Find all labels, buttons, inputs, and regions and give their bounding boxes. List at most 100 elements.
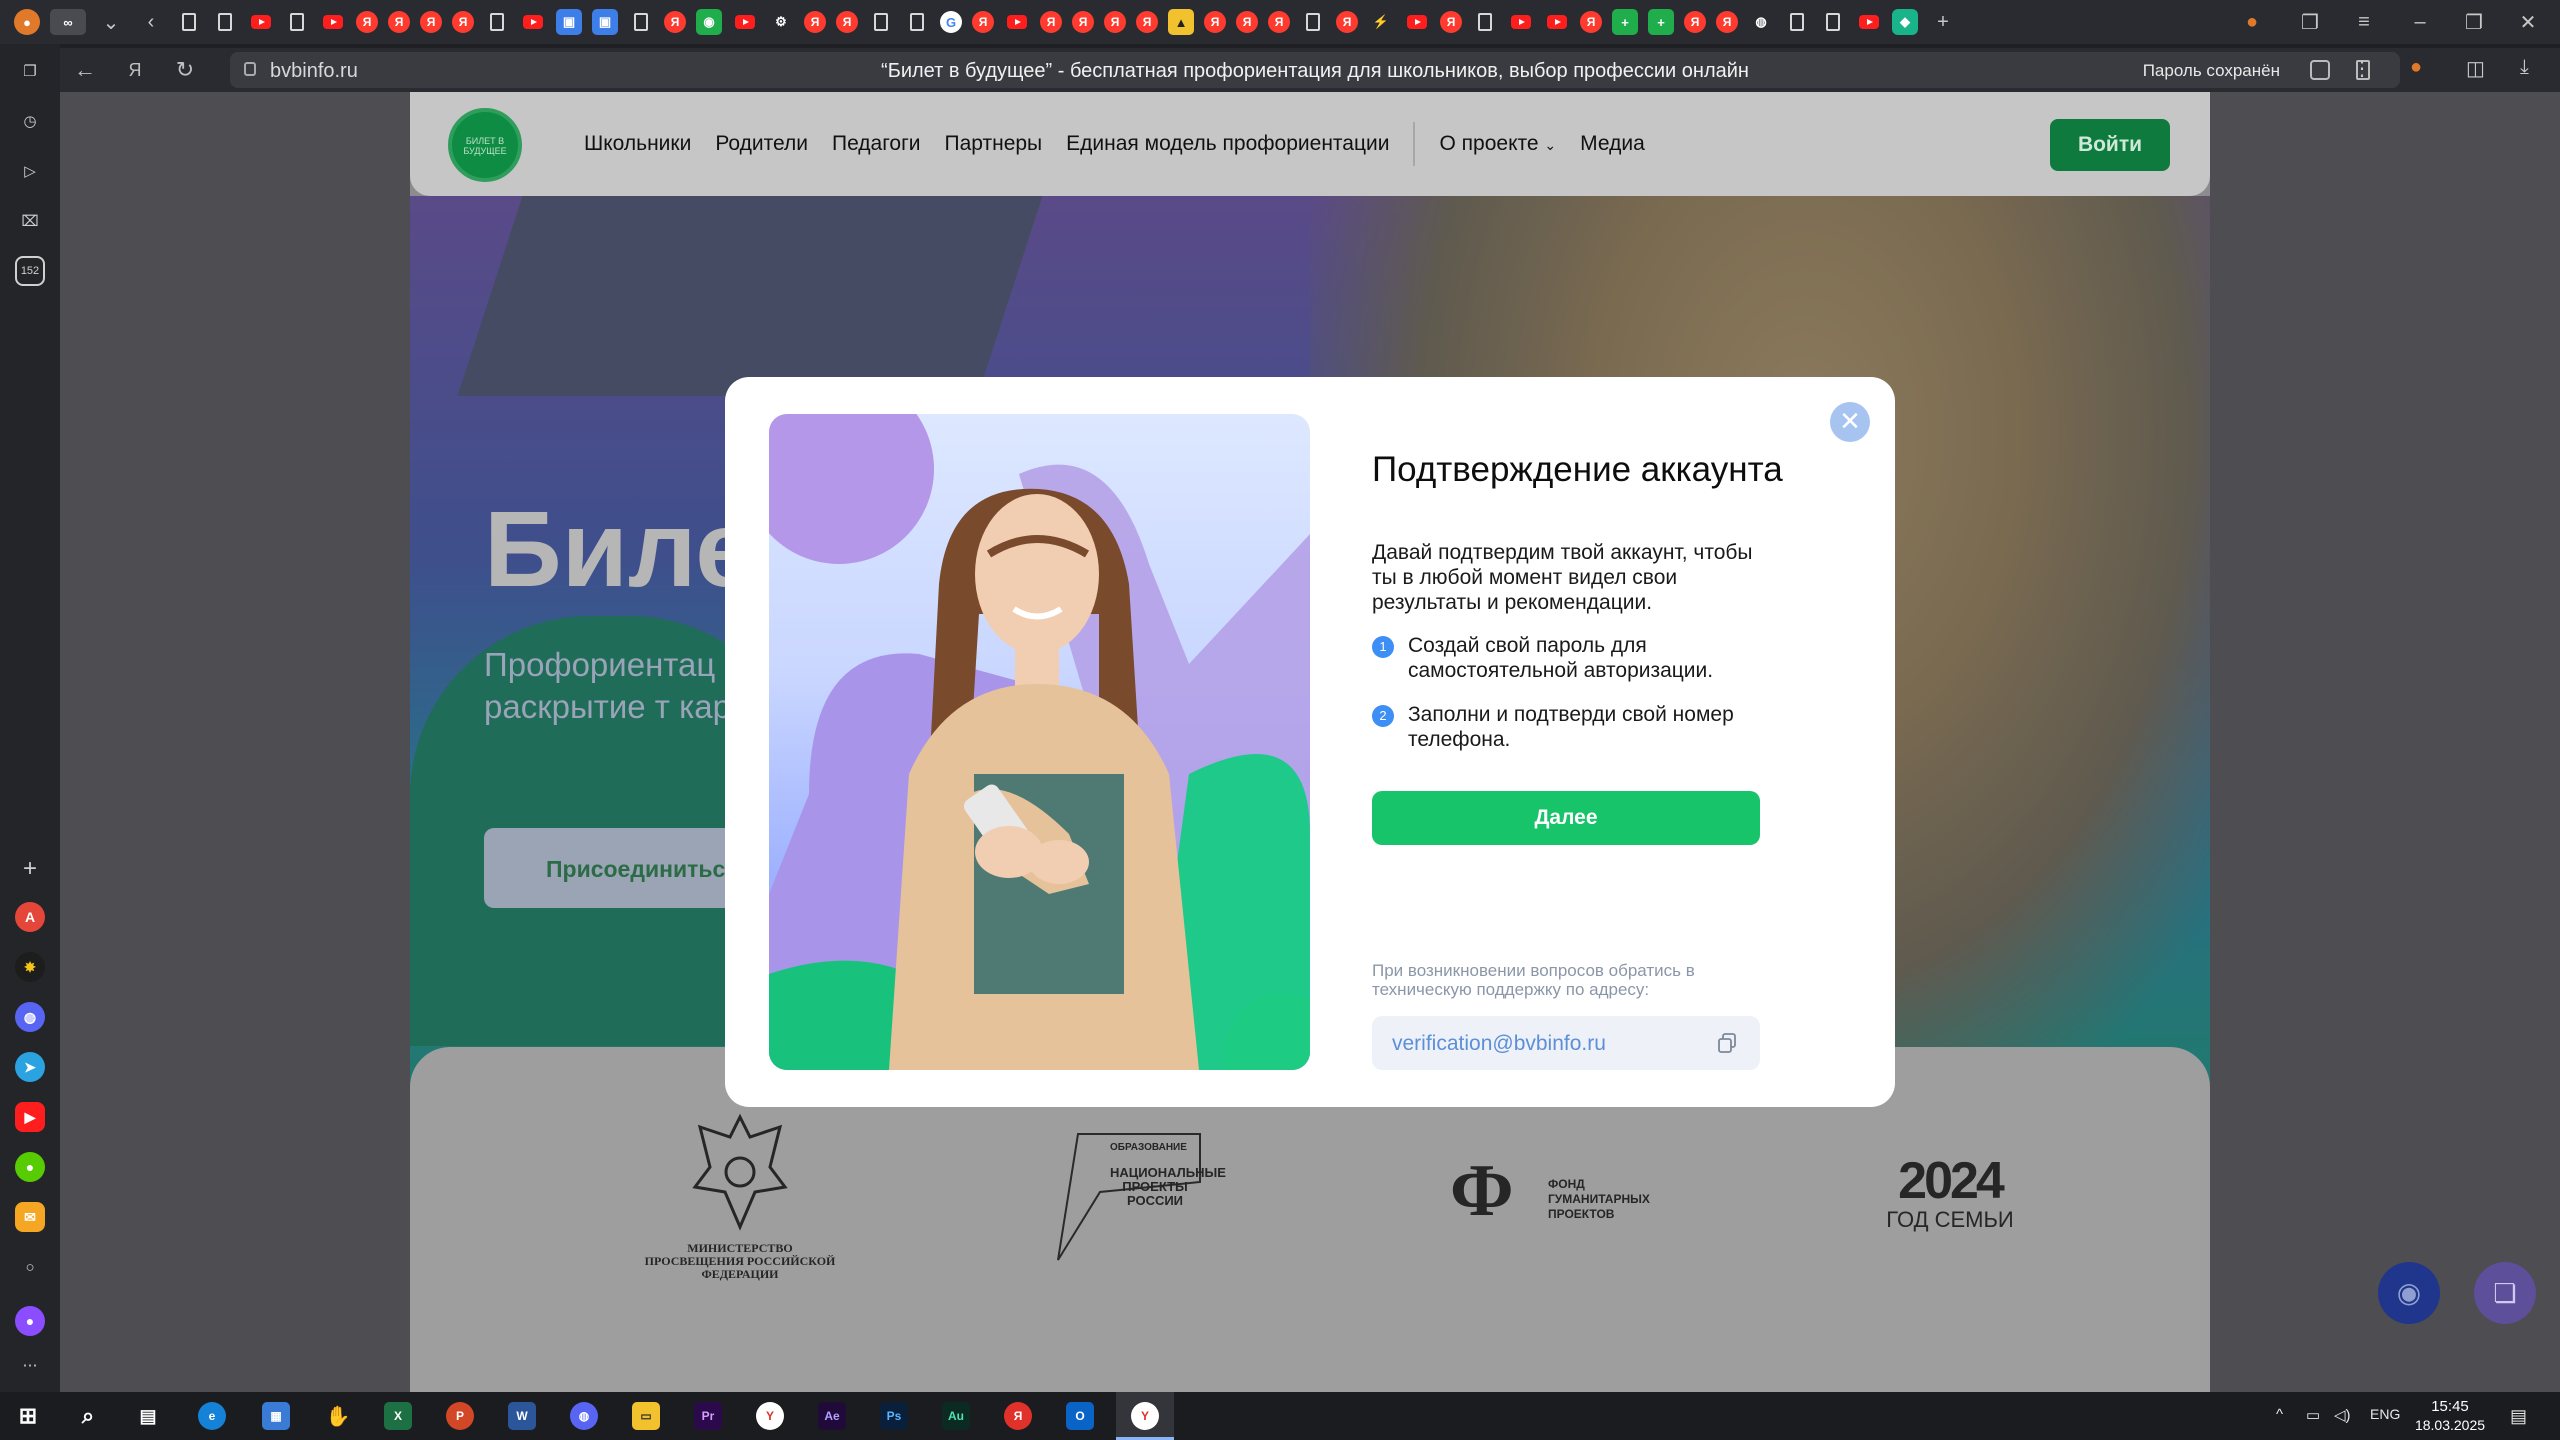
language-indicator[interactable]: ENG (2370, 1406, 2400, 1422)
minimize-icon[interactable]: – (2400, 11, 2440, 34)
copy-icon[interactable] (1718, 1033, 1736, 1053)
tab-favicon-doc-icon[interactable] (212, 9, 238, 35)
collections-sidebar-icon[interactable]: ❐ (15, 56, 45, 86)
photoshop-icon[interactable]: Ps (880, 1402, 908, 1430)
tab-favicon-doc-icon[interactable] (1784, 9, 1810, 35)
browser-profile-icon[interactable]: ● (14, 9, 40, 35)
explorer-icon[interactable]: ▭ (632, 1402, 660, 1430)
tab-favicon-youtube-icon[interactable] (1004, 9, 1030, 35)
telegram-icon[interactable]: ➤ (15, 1052, 45, 1082)
history-icon[interactable]: ◷ (15, 106, 45, 136)
support-chat-button[interactable]: ❏ (2474, 1262, 2536, 1324)
yandex-home-icon[interactable]: Я (110, 60, 160, 81)
login-button[interactable]: Войти (2050, 119, 2170, 171)
youtube-icon[interactable]: ▶ (15, 1102, 45, 1132)
bloody-icon[interactable]: ✋ (324, 1402, 352, 1430)
alice-icon[interactable]: ● (2232, 11, 2272, 34)
outlook-icon[interactable]: O (1066, 1402, 1094, 1430)
support-email[interactable]: verification@bvbinfo.ru (1392, 1032, 1606, 1056)
yandex-icon[interactable]: Я (1004, 1402, 1032, 1430)
video-icon[interactable]: ▷ (15, 156, 45, 186)
nav-partners[interactable]: Партнеры (944, 132, 1042, 166)
edge-icon[interactable]: e (198, 1402, 226, 1430)
year-of-family-logo[interactable]: 2024 ГОД СЕМЬИ (1880, 1155, 2020, 1233)
close-window-icon[interactable]: ✕ (2508, 10, 2548, 35)
windows-start-icon[interactable]: ⊞ (14, 1402, 42, 1430)
tab-favicon-doc-icon[interactable] (284, 9, 310, 35)
tab-favicon-youtube-icon[interactable] (1856, 9, 1882, 35)
tab-favicon-doc-icon[interactable] (484, 9, 510, 35)
tab-favicon-bolt-icon[interactable]: ⚡ (1368, 9, 1394, 35)
tab-favicon-yandex-icon[interactable]: Я (1136, 11, 1158, 33)
status-icon[interactable]: ○ (15, 1252, 45, 1282)
download-icon[interactable]: ⤓ (2520, 56, 2529, 79)
tray-chevron-icon[interactable]: ^ (2276, 1406, 2283, 1423)
nav-about[interactable]: О проекте ⌄ (1439, 132, 1556, 166)
tab-favicon-yandex-icon[interactable]: Я (1204, 11, 1226, 33)
mail-icon[interactable]: ✉ (15, 1202, 45, 1232)
tab-favicon-yandex-icon[interactable]: Я (452, 11, 474, 33)
word-icon[interactable]: W (508, 1402, 536, 1430)
tab-favicon-youtube-icon[interactable] (1544, 9, 1570, 35)
menu-icon[interactable]: ≡ (2344, 11, 2384, 34)
ministry-logo[interactable]: МИНИСТЕРСТВО ПРОСВЕЩЕНИЯ РОССИЙСКОЙ ФЕДЕ… (640, 1107, 840, 1281)
notifications-icon[interactable]: ▤ (2510, 1406, 2527, 1427)
nav-students[interactable]: Школьники (584, 132, 691, 166)
clock[interactable]: 15:45 18.03.2025 (2410, 1397, 2490, 1435)
support-email-field[interactable]: verification@bvbinfo.ru (1372, 1016, 1760, 1070)
taskbar-active-app[interactable]: Y (1116, 1392, 1174, 1440)
powerpoint-icon[interactable]: P (446, 1402, 474, 1430)
tab-favicon-sheets-icon[interactable]: + (1612, 9, 1638, 35)
tab-favicon-doc-icon[interactable] (176, 9, 202, 35)
tab-favicon-yandex-icon[interactable]: Я (1040, 11, 1062, 33)
tab-favicon-sheets-icon[interactable]: + (1648, 9, 1674, 35)
tab-favicon-yandex-icon[interactable]: Я (972, 11, 994, 33)
excel-icon[interactable]: X (384, 1402, 412, 1430)
tab-favicon-image-icon[interactable]: ▣ (556, 9, 582, 35)
tab-favicon-yandex-icon[interactable]: Я (1268, 11, 1290, 33)
tab-favicon-yandex-icon[interactable]: Я (388, 11, 410, 33)
volume-icon[interactable]: ◁) (2334, 1406, 2351, 1424)
discord-icon[interactable]: ◍ (15, 1002, 45, 1032)
tab-favicon-doc-icon[interactable] (868, 9, 894, 35)
tab-active-bvbinfo[interactable]: ◆ (1892, 9, 1918, 35)
tab-favicon-doc-icon[interactable] (1472, 9, 1498, 35)
tab-favicon-image-icon[interactable]: ▲ (1168, 9, 1194, 35)
tab-scroll-left-icon[interactable]: ‹ (131, 11, 171, 34)
password-saved-label[interactable]: Пароль сохранён (2143, 61, 2280, 81)
tab-favicon-maps-icon[interactable]: ◉ (696, 9, 722, 35)
store-icon[interactable]: ▦ (262, 1402, 290, 1430)
reload-icon[interactable]: ↻ (160, 57, 210, 83)
sun-app-icon[interactable]: ✸ (15, 952, 45, 982)
tab-favicon-youtube-icon[interactable] (320, 9, 346, 35)
tab-favicon-yandex-icon[interactable]: Я (804, 11, 826, 33)
alice-sidebar-icon[interactable]: ● (15, 1306, 45, 1336)
site-logo[interactable]: БИЛЕТ В БУДУЩЕЕ (448, 108, 522, 182)
tab-favicon-yandex-icon[interactable]: Я (1236, 11, 1258, 33)
nav-teachers[interactable]: Педагоги (832, 132, 921, 166)
screenshot-icon[interactable]: ⌧ (15, 206, 45, 236)
tab-favicon-globe-icon[interactable]: ◍ (1748, 9, 1774, 35)
tab-favicon-doc-icon[interactable] (628, 9, 654, 35)
more-icon[interactable]: ⋮ (2352, 56, 2372, 81)
chat-icon[interactable]: ◫ (2466, 56, 2485, 81)
tab-favicon-doc-icon[interactable] (1820, 9, 1846, 35)
search-icon[interactable]: ⌕ (74, 1402, 102, 1430)
close-modal-button[interactable]: ✕ (1830, 402, 1870, 442)
new-tab-icon[interactable]: + (1923, 11, 1963, 34)
tab-favicon-youtube-icon[interactable] (732, 9, 758, 35)
fund-logo[interactable]: Ф ФОНД ГУМАНИТАРНЫХ ПРОЕКТОВ (1450, 1150, 1680, 1245)
key-icon[interactable] (2310, 60, 2330, 80)
accessibility-eye-button[interactable]: ◉ (2378, 1262, 2440, 1324)
tab-favicon-yandex-icon[interactable]: Я (1684, 11, 1706, 33)
tab-favicon-yandex-icon[interactable]: Я (664, 11, 686, 33)
premiere-icon[interactable]: Pr (694, 1402, 722, 1430)
after-effects-icon[interactable]: Ae (818, 1402, 846, 1430)
task-view-icon[interactable]: ▤ (134, 1402, 162, 1430)
tab-favicon-youtube-icon[interactable] (520, 9, 546, 35)
tab-favicon-yandex-icon[interactable]: Я (1336, 11, 1358, 33)
tab-favicon-image-icon[interactable]: ▣ (592, 9, 618, 35)
tab-favicon-yandex-icon[interactable]: Я (1716, 11, 1738, 33)
tab-favicon-youtube-icon[interactable] (248, 9, 274, 35)
network-icon[interactable]: ▭ (2306, 1406, 2320, 1424)
